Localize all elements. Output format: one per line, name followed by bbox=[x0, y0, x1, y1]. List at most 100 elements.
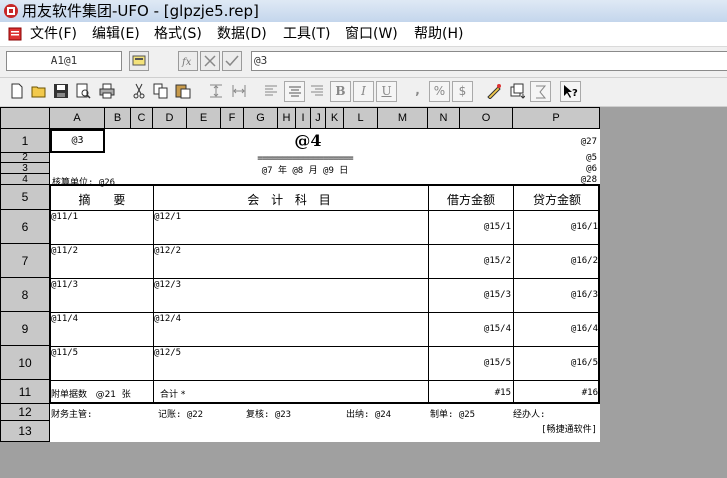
summary-cell[interactable]: @11/2 bbox=[51, 246, 78, 256]
debit-cell[interactable]: @15/4 bbox=[430, 324, 511, 334]
summary-cell[interactable]: @11/5 bbox=[51, 348, 78, 358]
menu-edit[interactable]: 编辑(E) bbox=[92, 26, 140, 42]
currency-icon[interactable]: $ bbox=[452, 81, 473, 102]
credit-cell[interactable]: @16/5 bbox=[515, 358, 598, 368]
account-cell[interactable]: @12/4 bbox=[154, 314, 181, 324]
document-icon[interactable] bbox=[8, 27, 22, 41]
row-header-4[interactable]: 4 bbox=[0, 174, 50, 185]
menu-data[interactable]: 数据(D) bbox=[217, 26, 267, 42]
underline-icon[interactable]: U bbox=[376, 81, 397, 102]
function-wizard-icon[interactable] bbox=[129, 51, 149, 71]
percent-icon[interactable]: % bbox=[429, 81, 450, 102]
paste-icon[interactable] bbox=[173, 81, 194, 102]
cell-reference-box[interactable]: A1@1 bbox=[6, 51, 122, 71]
rule-r6 bbox=[50, 244, 599, 245]
col-header-a[interactable]: A bbox=[50, 107, 105, 129]
col-header-j[interactable]: J bbox=[311, 107, 326, 129]
print-icon[interactable] bbox=[97, 81, 118, 102]
help-icon[interactable]: ? bbox=[560, 81, 581, 102]
title-bar: 用友软件集团-UFO - [glpzje5.rep] bbox=[0, 0, 727, 23]
row-header-7[interactable]: 7 bbox=[0, 244, 50, 278]
svg-text:fx: fx bbox=[181, 57, 192, 68]
row-header-5[interactable]: 5 bbox=[0, 185, 50, 210]
account-cell[interactable]: @12/3 bbox=[154, 280, 181, 290]
copy-icon[interactable] bbox=[151, 81, 172, 102]
credit-cell[interactable]: @16/4 bbox=[515, 324, 598, 334]
summary-cell[interactable]: @11/3 bbox=[51, 280, 78, 290]
col-header-b[interactable]: B bbox=[105, 107, 131, 129]
row-header-11[interactable]: 11 bbox=[0, 380, 50, 404]
menu-help[interactable]: 帮助(H) bbox=[414, 26, 463, 42]
menu-format[interactable]: 格式(S) bbox=[154, 26, 202, 42]
menu-tools[interactable]: 工具(T) bbox=[283, 26, 330, 42]
align-center-icon[interactable] bbox=[284, 81, 305, 102]
debit-total: #15 bbox=[494, 388, 511, 398]
align-left-icon[interactable] bbox=[261, 81, 282, 102]
save-icon[interactable] bbox=[51, 81, 72, 102]
row-header-1[interactable]: 1 bbox=[0, 129, 50, 153]
col-width-icon[interactable] bbox=[229, 81, 250, 102]
align-right-icon[interactable] bbox=[307, 81, 328, 102]
menu-file[interactable]: 文件(F) bbox=[30, 26, 77, 42]
row-header-12[interactable]: 12 bbox=[0, 404, 50, 421]
debit-cell[interactable]: @15/3 bbox=[430, 290, 511, 300]
draw-icon[interactable] bbox=[484, 81, 505, 102]
row-header-6[interactable]: 6 bbox=[0, 210, 50, 244]
col-header-o[interactable]: O bbox=[460, 107, 513, 129]
debit-cell[interactable]: @15/5 bbox=[430, 358, 511, 368]
credit-cell[interactable]: @16/1 bbox=[515, 222, 598, 232]
col-header-e[interactable]: E bbox=[187, 107, 221, 129]
rule-r10 bbox=[50, 380, 599, 381]
col-header-n[interactable]: N bbox=[428, 107, 460, 129]
row-height-icon[interactable] bbox=[206, 81, 227, 102]
cancel-icon[interactable] bbox=[200, 51, 220, 71]
row-header-8[interactable]: 8 bbox=[0, 278, 50, 312]
col-header-k[interactable]: K bbox=[326, 107, 344, 129]
new-icon[interactable] bbox=[7, 81, 28, 102]
confirm-icon[interactable] bbox=[222, 51, 242, 71]
col-header-g[interactable]: G bbox=[244, 107, 278, 129]
cell-a1-selected[interactable]: @3 bbox=[50, 129, 105, 153]
col-header-c[interactable]: C bbox=[131, 107, 153, 129]
sum-icon[interactable] bbox=[530, 81, 551, 102]
open-icon[interactable] bbox=[29, 81, 50, 102]
credit-cell[interactable]: @16/3 bbox=[515, 290, 598, 300]
credit-cell[interactable]: @16/2 bbox=[515, 256, 598, 266]
menu-window[interactable]: 窗口(W) bbox=[345, 26, 398, 42]
fx-icon[interactable]: fx bbox=[178, 51, 198, 71]
row-header-3[interactable]: 3 bbox=[0, 163, 50, 174]
sort-icon[interactable] bbox=[507, 81, 528, 102]
rule-r9 bbox=[50, 346, 599, 347]
cut-icon[interactable] bbox=[129, 81, 150, 102]
summary-cell[interactable]: @11/4 bbox=[51, 314, 78, 324]
col-header-l[interactable]: L bbox=[344, 107, 378, 129]
comma-icon[interactable]: , bbox=[407, 81, 428, 102]
col-header-p[interactable]: P bbox=[513, 107, 600, 129]
row-header-13[interactable]: 13 bbox=[0, 421, 50, 442]
account-cell[interactable]: @12/2 bbox=[154, 246, 181, 256]
formula-input[interactable]: @3 bbox=[251, 51, 727, 71]
rule-r7 bbox=[50, 278, 599, 279]
debit-cell[interactable]: @15/1 bbox=[430, 222, 511, 232]
italic-icon[interactable]: I bbox=[353, 81, 374, 102]
total-label: 合计 * bbox=[160, 390, 186, 400]
account-cell[interactable]: @12/5 bbox=[154, 348, 181, 358]
debit-cell[interactable]: @15/2 bbox=[430, 256, 511, 266]
select-all-corner[interactable] bbox=[0, 107, 50, 129]
account-cell[interactable]: @12/1 bbox=[154, 212, 181, 222]
col-header-d[interactable]: D bbox=[153, 107, 187, 129]
bold-icon[interactable]: B bbox=[330, 81, 351, 102]
row-header-2[interactable]: 2 bbox=[0, 153, 50, 163]
col-header-m[interactable]: M bbox=[378, 107, 428, 129]
window-title: 用友软件集团-UFO - [glpzje5.rep] bbox=[22, 2, 259, 20]
ufo-app-icon[interactable] bbox=[3, 3, 19, 19]
row-header-9[interactable]: 9 bbox=[0, 312, 50, 346]
col-header-i[interactable]: I bbox=[296, 107, 311, 129]
rule-r5 bbox=[50, 210, 599, 211]
cell-p2: @5 bbox=[586, 153, 597, 163]
summary-cell[interactable]: @11/1 bbox=[51, 212, 78, 222]
print-preview-icon[interactable] bbox=[73, 81, 94, 102]
col-header-h[interactable]: H bbox=[278, 107, 296, 129]
col-header-f[interactable]: F bbox=[221, 107, 244, 129]
row-header-10[interactable]: 10 bbox=[0, 346, 50, 380]
